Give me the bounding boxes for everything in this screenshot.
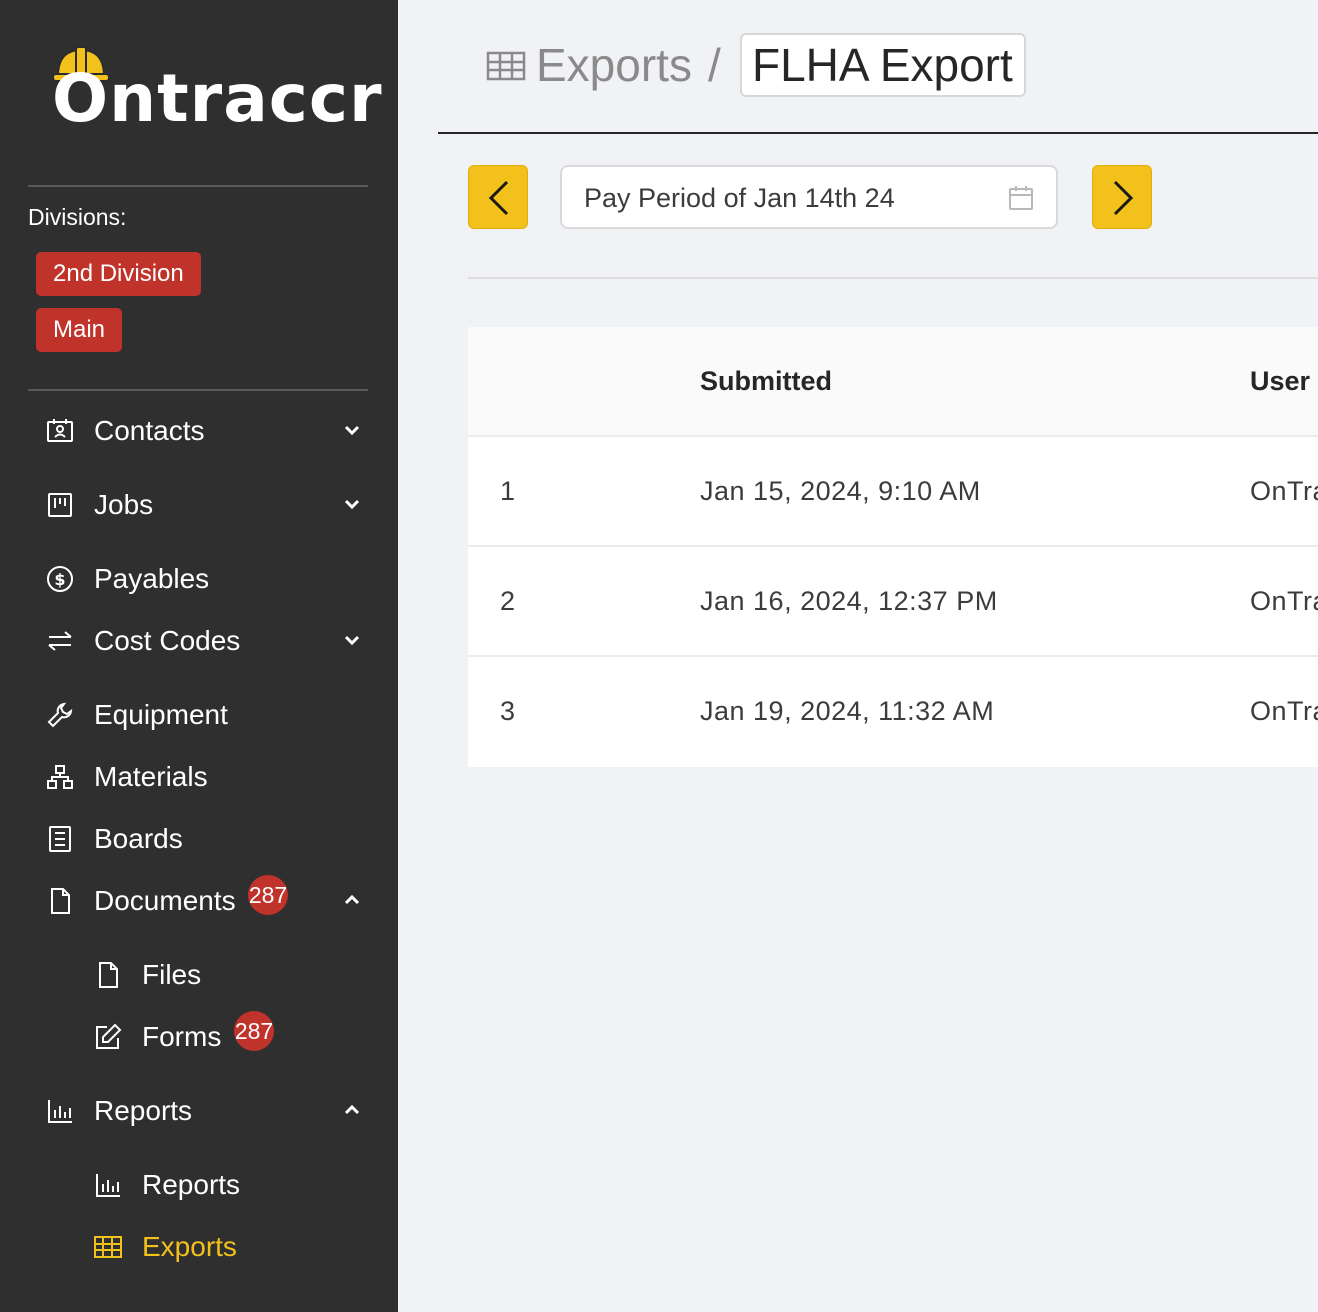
sidebar-item-files[interactable]: Files	[0, 949, 398, 999]
table-grid-icon	[486, 51, 526, 81]
chevron-down-icon[interactable]	[340, 418, 364, 442]
submitted-cell: Jan 15, 2024, 9:10 AM	[700, 476, 981, 506]
hierarchy-icon	[47, 765, 73, 789]
sidebar-item-label: Contacts	[94, 415, 205, 446]
sidebar-item-label: Reports	[94, 1095, 193, 1126]
sidebar-item-documents[interactable]: Documents 287	[0, 875, 398, 925]
section-divider	[468, 277, 1318, 279]
sidebar-item-reports[interactable]: Reports	[0, 1085, 398, 1135]
notification-badge: 287	[248, 875, 288, 915]
row-index: 1	[500, 476, 516, 506]
chevron-down-icon[interactable]	[340, 628, 364, 652]
sidebar-item-cost-codes[interactable]: Cost Codes	[0, 615, 398, 665]
chevron-right-icon	[1113, 180, 1134, 216]
main-content: Exports / FLHA Export Pay Period of Jan …	[398, 0, 1318, 1312]
sidebar-item-label: Exports	[142, 1231, 237, 1262]
user-cell: OnTra	[1250, 476, 1318, 506]
bar-chart-icon	[48, 1100, 72, 1123]
document-icon	[51, 888, 70, 914]
table-grid-icon	[94, 1236, 122, 1258]
column-header-submitted[interactable]: Submitted	[700, 365, 832, 397]
breadcrumb-parent-link[interactable]: Exports	[536, 38, 692, 92]
user-cell: OnTra	[1250, 586, 1318, 616]
breadcrumb-separator: /	[708, 39, 721, 91]
sidebar-item-label: Files	[142, 959, 202, 990]
submitted-cell: Jan 19, 2024, 11:32 AM	[700, 696, 995, 726]
chevron-up-icon[interactable]	[340, 888, 364, 912]
svg-text:$: $	[54, 570, 65, 589]
sidebar-divider	[28, 185, 368, 187]
boards-icon	[49, 826, 71, 852]
submissions-table: Submitted User 1 Jan 15, 2024, 9:10 AM O…	[468, 327, 1318, 767]
brand-name: Ontraccr	[52, 60, 383, 137]
column-header-user[interactable]: User	[1250, 365, 1310, 397]
sidebar-item-label: Boards	[94, 823, 183, 854]
table-row[interactable]: 2 Jan 16, 2024, 12:37 PM OnTra	[468, 547, 1318, 657]
calendar-icon	[1009, 186, 1033, 210]
sidebar-item-equipment[interactable]: Equipment	[0, 689, 398, 739]
divisions-label: Divisions:	[28, 204, 127, 230]
sidebar-item-jobs[interactable]: Jobs	[0, 479, 398, 529]
swap-arrows-icon	[48, 631, 72, 651]
contacts-card-icon	[47, 419, 73, 442]
sidebar-item-label: Reports	[142, 1169, 241, 1200]
jobs-board-icon	[48, 493, 72, 517]
table-row[interactable]: 3 Jan 19, 2024, 11:32 AM OnTra	[468, 657, 1318, 767]
sidebar: Ontraccr Divisions: 2nd Division Main Co…	[0, 0, 398, 1312]
sidebar-item-contacts[interactable]: Contacts	[0, 405, 398, 455]
sidebar-item-label: Forms	[142, 1021, 222, 1052]
sidebar-item-payables[interactable]: $ Payables	[0, 553, 398, 603]
sidebar-item-reports-sub[interactable]: Reports	[0, 1159, 398, 1209]
division-tag-2nd-division[interactable]: 2nd Division	[36, 252, 201, 296]
row-index: 3	[500, 696, 516, 726]
sidebar-item-exports[interactable]: Exports	[0, 1221, 398, 1271]
sidebar-item-label: Cost Codes	[94, 625, 241, 656]
sidebar-item-label: Equipment	[94, 699, 228, 730]
sidebar-item-label: Materials	[94, 761, 208, 792]
edit-form-icon	[96, 1023, 122, 1049]
file-icon	[99, 962, 118, 988]
dollar-circle-icon: $	[47, 566, 73, 592]
sidebar-item-label: Jobs	[94, 489, 154, 520]
header-divider	[438, 132, 1318, 134]
user-cell: OnTra	[1250, 696, 1318, 726]
table-row[interactable]: 1 Jan 15, 2024, 9:10 AM OnTra	[468, 437, 1318, 547]
table-header: Submitted User	[468, 327, 1318, 437]
chevron-down-icon[interactable]	[340, 492, 364, 516]
previous-period-button[interactable]	[468, 165, 528, 229]
sidebar-divider	[28, 389, 368, 391]
sidebar-item-boards[interactable]: Boards	[0, 813, 398, 863]
chevron-up-icon[interactable]	[340, 1098, 364, 1122]
sidebar-item-materials[interactable]: Materials	[0, 751, 398, 801]
pay-period-picker[interactable]: Pay Period of Jan 14th 24	[560, 165, 1058, 229]
page-title[interactable]: FLHA Export	[740, 33, 1026, 97]
sidebar-item-label: Documents	[94, 885, 236, 916]
row-index: 2	[500, 586, 516, 616]
division-tag-main[interactable]: Main	[36, 308, 123, 352]
pay-period-label: Pay Period of Jan 14th 24	[584, 183, 895, 213]
notification-badge: 287	[234, 1011, 274, 1051]
sidebar-item-forms[interactable]: Forms 287	[0, 1011, 398, 1061]
sidebar-item-label: Payables	[94, 563, 210, 594]
wrench-icon	[47, 702, 73, 728]
chevron-left-icon	[488, 180, 509, 216]
brand-logo[interactable]: Ontraccr	[52, 40, 382, 132]
next-period-button[interactable]	[1092, 165, 1152, 229]
submitted-cell: Jan 16, 2024, 12:37 PM	[700, 586, 998, 616]
bar-chart-icon	[96, 1174, 120, 1197]
